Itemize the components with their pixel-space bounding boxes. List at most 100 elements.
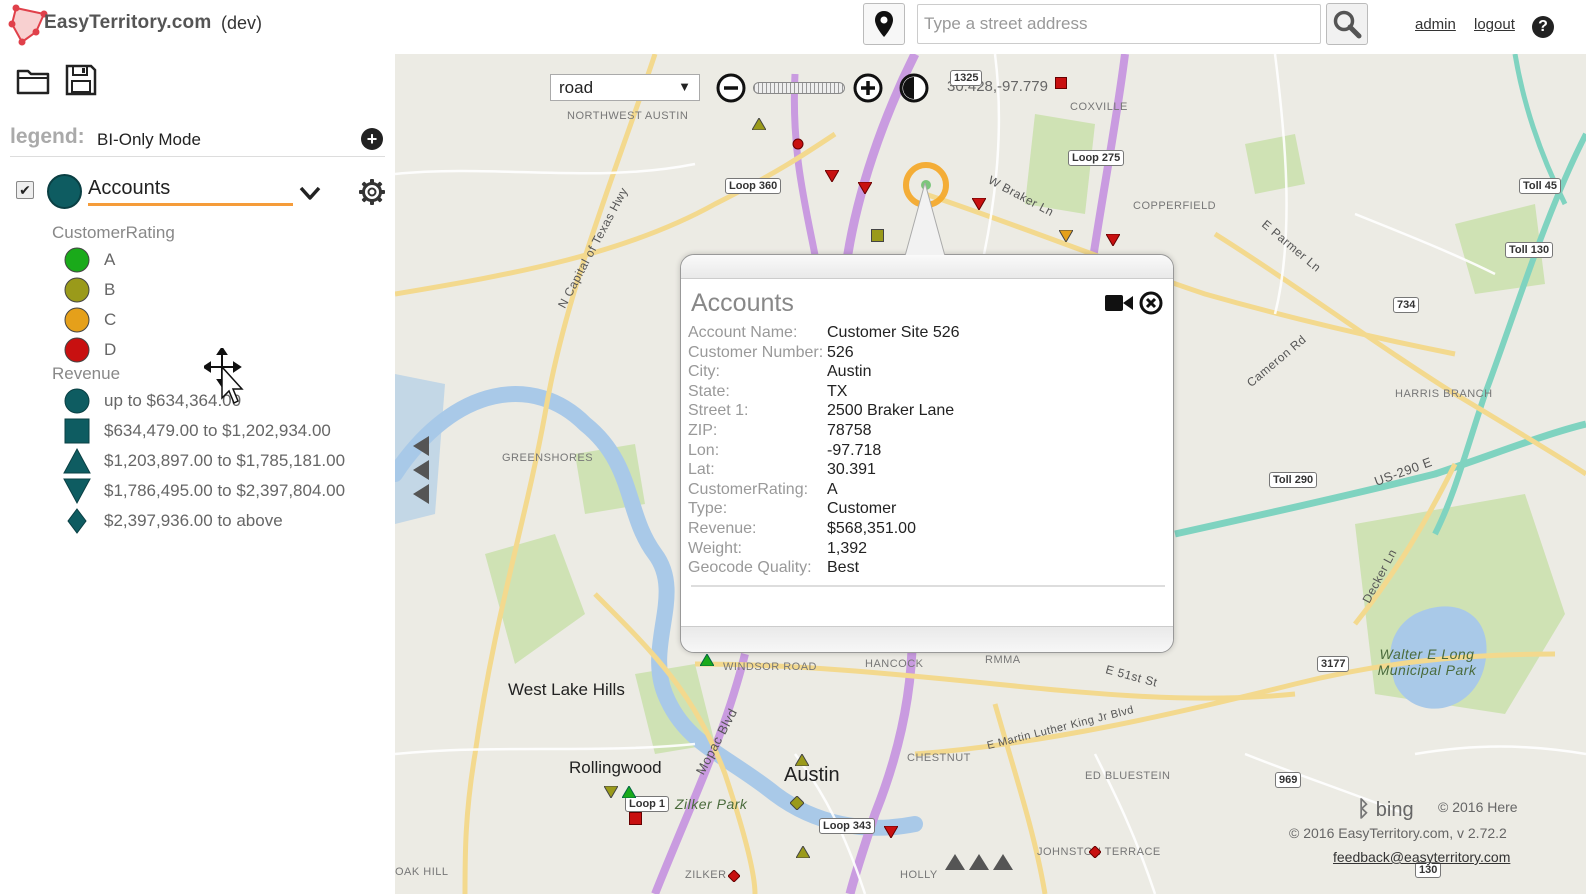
account-marker[interactable] xyxy=(972,198,986,210)
field-value: 30.391 xyxy=(827,461,876,479)
rating-legend-item[interactable]: C xyxy=(62,306,382,334)
popup-header-bar xyxy=(681,255,1173,279)
rating-label: D xyxy=(104,340,117,359)
popup-divider xyxy=(691,585,1165,587)
logout-link[interactable]: logout xyxy=(1474,16,1515,33)
expand-bottom-icon[interactable] xyxy=(943,852,1015,872)
brand-name: EasyTerritory.com xyxy=(44,12,212,33)
account-marker[interactable] xyxy=(629,812,642,825)
field-value: Austin xyxy=(827,363,872,381)
field-value: Best xyxy=(827,559,860,577)
bing-text: bing xyxy=(1375,799,1414,821)
folder-icon[interactable] xyxy=(15,62,51,98)
shield-toll-290: Toll 290 xyxy=(1269,472,1318,488)
popup-title: Accounts xyxy=(691,289,794,317)
field-value: 1,392 xyxy=(827,539,868,557)
zoom-slider[interactable] xyxy=(753,82,845,94)
account-marker[interactable] xyxy=(1106,234,1120,246)
field-key: Weight: xyxy=(688,539,742,557)
rating-legend-item[interactable]: B xyxy=(62,276,382,304)
diamond-icon xyxy=(67,508,87,534)
map-label-coxville: COXVILLE xyxy=(1070,101,1128,113)
account-marker[interactable] xyxy=(790,796,804,810)
layer-color-swatch[interactable] xyxy=(47,174,82,209)
account-marker[interactable] xyxy=(884,826,898,838)
popup-field-row: Street 1: 2500 Braker Lane xyxy=(688,402,1158,422)
contrast-icon[interactable] xyxy=(898,72,930,104)
feedback-link[interactable]: feedback@easyterritory.com xyxy=(1333,849,1510,865)
account-marker[interactable] xyxy=(728,870,740,882)
popup-field-row: Customer Number: 526 xyxy=(688,344,1158,364)
account-marker[interactable] xyxy=(858,182,872,194)
map-label-ed-bluestein: ED BLUESTEIN xyxy=(1085,770,1171,782)
map-label-austin: Austin xyxy=(784,764,840,786)
shield-969: 969 xyxy=(1275,772,1302,788)
layer-name[interactable]: Accounts xyxy=(88,177,170,200)
account-marker[interactable] xyxy=(1055,77,1067,89)
video-camera-icon[interactable] xyxy=(1105,293,1133,313)
map-label-west-lake-hills: West Lake Hills xyxy=(508,680,625,699)
layer-visibility-checkbox[interactable]: ✔ xyxy=(16,181,34,199)
revenue-legend-item[interactable]: $1,203,897.00 to $1,785,181.00 xyxy=(62,447,382,475)
revenue-label: $2,397,936.00 to above xyxy=(104,511,283,530)
address-search-input[interactable] xyxy=(917,4,1321,44)
map-label-copperfield: COPPERFIELD xyxy=(1133,200,1217,212)
rating-label: B xyxy=(104,280,116,299)
account-marker[interactable] xyxy=(796,846,810,858)
map-pin-icon xyxy=(875,11,893,37)
account-marker[interactable] xyxy=(792,138,804,150)
account-marker[interactable] xyxy=(825,170,839,182)
gear-icon[interactable] xyxy=(358,178,386,206)
revenue-label: $1,203,897.00 to $1,785,181.00 xyxy=(104,451,346,470)
field-key: Account Name: xyxy=(688,324,798,341)
zoom-out-icon[interactable] xyxy=(715,72,747,104)
search-button[interactable] xyxy=(1326,3,1368,45)
add-layer-icon[interactable]: + xyxy=(361,128,383,150)
popup-field-list: Account Name: Customer Site 526 Customer N… xyxy=(688,324,1158,579)
popup-field-row: Type: Customer xyxy=(688,500,1158,520)
zoom-in-icon[interactable] xyxy=(852,72,884,104)
account-marker[interactable] xyxy=(622,786,636,798)
question-circle-icon[interactable]: ? xyxy=(1532,16,1554,38)
map-label-hancock: HANCOCK xyxy=(865,658,924,670)
save-icon[interactable] xyxy=(63,62,99,98)
legend-panel: legend: BI-Only Mode + ✔ Accounts Custom… xyxy=(0,54,395,894)
info-popup[interactable]: Accounts Account Name: Customer Site 526 C… xyxy=(680,183,1174,653)
field-key: Lon: xyxy=(688,441,720,459)
rating-legend-item[interactable]: A xyxy=(62,246,382,274)
revenue-legend-item[interactable]: $634,479.00 to $1,202,934.00 xyxy=(62,417,382,445)
revenue-legend-item[interactable]: $2,397,936.00 to above xyxy=(62,507,382,535)
locate-button[interactable] xyxy=(863,3,905,45)
account-marker[interactable] xyxy=(795,754,809,766)
account-marker[interactable] xyxy=(1059,230,1073,242)
account-marker[interactable] xyxy=(700,654,714,666)
admin-link[interactable]: admin xyxy=(1415,16,1456,33)
close-icon[interactable] xyxy=(1139,291,1163,315)
popup-field-row: Account Name: Customer Site 526 xyxy=(688,324,1158,344)
shield-loop-275: Loop 275 xyxy=(1068,150,1125,166)
account-marker[interactable] xyxy=(871,229,884,242)
map-type-select[interactable]: road ▼ xyxy=(550,74,700,101)
dropdown-arrow-icon: ▼ xyxy=(678,79,691,94)
account-marker[interactable] xyxy=(604,786,618,798)
field-value: 2500 Braker Lane xyxy=(827,402,955,420)
legend-mode: BI-Only Mode xyxy=(97,130,201,149)
account-marker[interactable] xyxy=(752,118,766,130)
field-key: ZIP: xyxy=(688,421,718,439)
collapse-panel-icon[interactable] xyxy=(411,434,431,506)
shield-toll-130: Toll 130 xyxy=(1505,242,1554,258)
map-label-walter-long-park: Walter E Long Municipal Park xyxy=(1377,646,1477,678)
map-label-greenshores: GREENSHORES xyxy=(502,452,594,464)
map-label-zilker: ZILKER xyxy=(685,869,727,881)
field-value: -97.718 xyxy=(827,441,882,459)
rating-swatch-icon xyxy=(64,247,90,273)
map-type-value: road xyxy=(559,78,594,97)
account-marker[interactable] xyxy=(1089,846,1101,858)
field-key: Street 1: xyxy=(688,402,749,420)
revenue-legend-item[interactable]: $1,786,495.00 to $2,397,804.00 xyxy=(62,477,382,505)
app-copyright: © 2016 EasyTerritory.com, v 2.72.2 xyxy=(1289,825,1507,841)
map-label-rollingwood: Rollingwood xyxy=(569,758,662,777)
map-label-harris-branch: HARRIS BRANCH xyxy=(1395,388,1493,400)
chevron-down-icon[interactable] xyxy=(298,182,322,204)
rating-swatch-icon xyxy=(64,277,90,303)
